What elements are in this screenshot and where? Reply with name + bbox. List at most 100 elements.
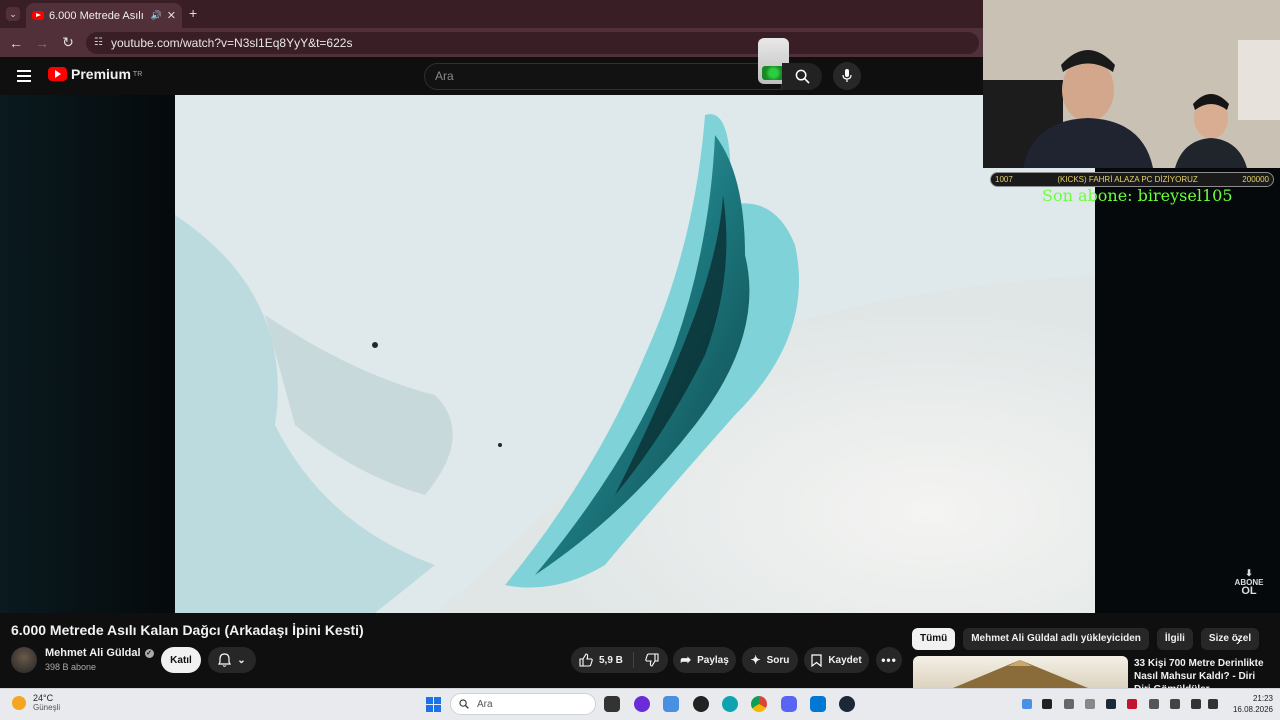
system-clock[interactable]: 21:23 16.08.2026 [1223,693,1273,715]
verified-icon: ✓ [144,648,154,658]
webcam-feed-image [983,0,1280,168]
address-bar[interactable]: ☷ youtube.com/watch?v=N3sl1Eq8YyY&t=622s [86,31,979,54]
like-count: 5,9 B [599,654,623,666]
network-icon[interactable] [1191,699,1201,709]
youtube-favicon-icon [32,11,44,20]
back-icon[interactable]: ← [8,35,24,51]
task-view-icon[interactable] [604,696,620,712]
weather-widget[interactable]: 24°C Güneşli [12,693,60,713]
app-icon-2[interactable] [810,696,826,712]
sun-icon [12,696,26,710]
search-input[interactable]: Ara [424,63,782,90]
tray-icon-3[interactable] [1064,699,1074,709]
reload-icon[interactable]: ↻ [60,34,76,51]
chip-all[interactable]: Tümü [912,628,956,650]
share-button[interactable]: ➦ Paylaş [673,647,736,673]
thumbs-down-icon [645,653,659,667]
share-label: Paylaş [697,654,729,666]
usb-icon[interactable] [1149,699,1159,709]
app-icon[interactable] [663,696,679,712]
tray-icon-4[interactable] [1085,699,1095,709]
more-actions-button[interactable]: ••• [876,647,902,673]
recommendation-title[interactable]: 33 Kişi 700 Metre Derinlikte Nasıl Mahsu… [1134,657,1264,688]
logo-text: Premium [71,66,131,82]
chip-related[interactable]: İlgili [1156,628,1193,650]
channel-name-link[interactable]: Mehmet Ali Güldal ✓ [45,647,154,659]
temperature: 24°C [33,693,54,703]
ask-label: Soru [766,654,790,666]
tab-title: 6.000 Metrede Asılı Kalan D [49,9,146,22]
chevron-down-icon: ⌄ [237,654,246,666]
subscribe-watermark: ⬇ ABONE OL [1234,568,1264,597]
more-icon: ••• [881,653,897,667]
last-subscriber-text: Son abone: bireysel105 [1042,186,1233,205]
bell-icon [218,653,232,667]
address-toolbar: ← → ↻ ☷ youtube.com/watch?v=N3sl1Eq8YyY&… [0,28,983,57]
speaker-icon[interactable]: 🔊 [151,10,162,21]
ask-button[interactable]: ✦ Soru [742,647,798,673]
edge-icon[interactable] [722,696,738,712]
join-button[interactable]: Katıl [161,647,201,673]
video-title: 6.000 Metrede Asılı Kalan Dağcı (Arkadaş… [11,622,364,638]
save-label: Kaydet [828,654,862,666]
weather-condition: Güneşli [33,703,61,712]
chip-for-you[interactable]: Size özel [1200,628,1260,650]
sparkle-icon: ✦ [750,653,761,667]
steam-icon[interactable] [839,696,855,712]
bookmark-icon [811,653,822,667]
close-tab-icon[interactable]: ✕ [167,9,176,22]
video-frame[interactable] [175,95,1095,613]
obs-icon[interactable] [634,696,650,712]
taskbar-search[interactable]: Ara [450,693,596,715]
filter-chips: Tümü Mehmet Ali Güldal adlı yükleyiciden… [912,628,1260,650]
streamer-webcam-overlay [983,0,1280,168]
url-text: youtube.com/watch?v=N3sl1Eq8YyY&t=622s [110,35,353,50]
chevron-right-icon[interactable]: › [1236,632,1241,648]
voice-search-button[interactable] [833,62,861,90]
share-icon: ➦ [680,652,692,667]
goal-ticker: 1007 (KICKS) FAHRİ ALAZA PC DİZİYORUZ 20… [990,172,1274,187]
youtube-premium-logo[interactable]: Premium TR [48,66,142,82]
chrome-icon[interactable] [751,696,767,712]
volume-icon[interactable] [1208,699,1218,709]
microphone-icon [842,69,852,82]
channel-avatar[interactable] [11,647,37,673]
new-tab-button[interactable]: + [189,5,197,21]
save-button[interactable]: Kaydet [804,647,869,673]
channel-name: Mehmet Ali Güldal [45,647,141,659]
tray-icon-1[interactable] [1022,699,1032,709]
search-button[interactable] [782,63,822,90]
subscriber-count: 398 B abone [45,662,97,672]
ticker-text: (KICKS) FAHRİ ALAZA PC DİZİYORUZ [1057,175,1198,184]
clock-time: 21:23 [1252,694,1273,703]
glacier-crevasse-image [175,95,1095,613]
discord-icon[interactable] [781,696,797,712]
clock-date: 16.08.2026 [1232,705,1273,714]
tab-search-button[interactable]: ⌄ [6,7,20,21]
subscribe-big-text: OL [1241,585,1257,597]
notification-bell-button[interactable]: ⌄ [208,647,256,673]
forward-icon[interactable]: → [34,35,50,51]
region-code: TR [132,70,143,78]
browser-tab-active[interactable]: 6.000 Metrede Asılı Kalan D 🔊 ✕ [26,3,182,28]
tray-icon-2[interactable] [1042,699,1052,709]
mic-tray-icon[interactable] [1170,699,1180,709]
tray-icon-5[interactable] [1106,699,1116,709]
chip-from-uploader[interactable]: Mehmet Ali Güldal adlı yükleyiciden [963,628,1149,650]
search-icon [459,699,469,709]
recommendation-thumbnail[interactable] [913,656,1128,688]
start-button[interactable] [426,697,441,712]
streamlabs-icon[interactable] [693,696,709,712]
site-settings-icon[interactable]: ☷ [94,37,103,48]
taskbar-search-placeholder: Ara [477,698,493,710]
ticker-current: 1007 [995,175,1013,184]
youtube-logo-icon [48,67,67,81]
mountain-thumbnail-image [953,660,1088,688]
search-icon [795,69,810,84]
dislike-button[interactable] [638,647,666,673]
tray-icon-6[interactable] [1127,699,1137,709]
ticker-goal: 200000 [1242,175,1269,184]
arrow-down-icon: ⬇ [1245,568,1253,578]
thumbs-up-icon [579,653,593,667]
hamburger-menu-icon[interactable] [17,70,31,85]
